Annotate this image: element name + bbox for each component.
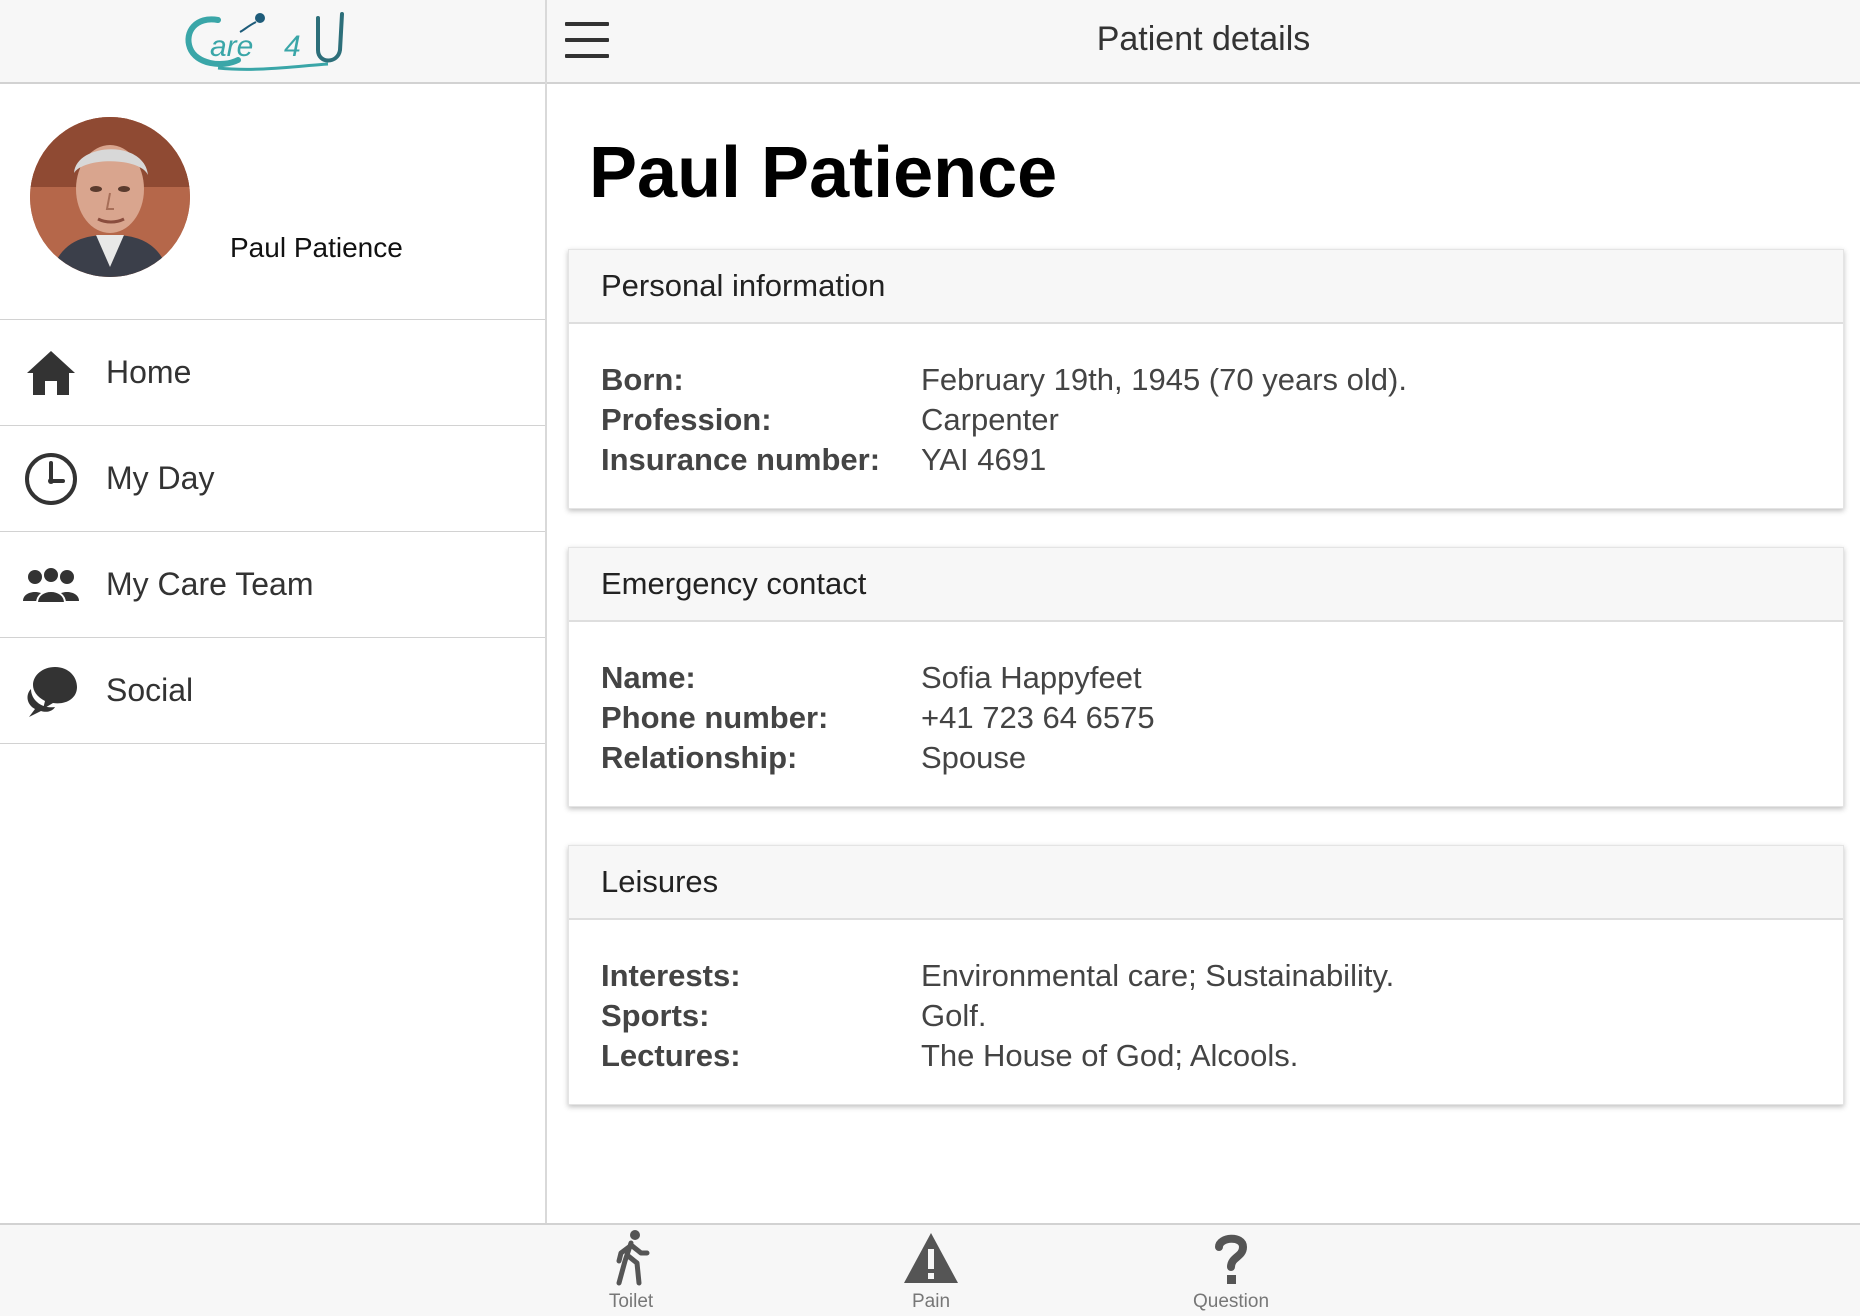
profile-name: Paul Patience: [230, 232, 403, 263]
tab-label: Question: [1192, 1291, 1270, 1312]
svg-text:4: 4: [284, 30, 301, 63]
main-content: Paul Patience Personal information Born:…: [547, 84, 1860, 1223]
row-label: Lectures:: [601, 1038, 741, 1073]
home-icon: [22, 344, 80, 402]
row-label: Born:: [601, 362, 684, 397]
sidebar-item-social[interactable]: Social: [0, 638, 545, 744]
card-body: Interests: Environmental care; Sustainab…: [569, 920, 1843, 1104]
question-mark-icon: [1215, 1234, 1248, 1284]
row-label: Insurance number:: [601, 442, 881, 477]
row-label: Phone number:: [601, 700, 829, 735]
row-value: YAI 4691: [921, 442, 1047, 477]
row-value: The House of God; Alcools.: [921, 1038, 1299, 1073]
info-row-interests: Interests: Environmental care; Sustainab…: [601, 956, 1811, 996]
sidebar-nav: Home My Day My Care Team Social: [0, 320, 545, 744]
row-value: +41 723 64 6575: [921, 700, 1155, 735]
sidebar-header: are 4: [0, 0, 545, 84]
emergency-contact-card: Emergency contact Name: Sofia Happyfeet …: [568, 547, 1844, 807]
row-label: Interests:: [601, 958, 741, 993]
row-label: Name:: [601, 660, 696, 695]
sidebar-item-my-day[interactable]: My Day: [0, 426, 545, 532]
row-value: Spouse: [921, 740, 1027, 775]
page-header-title: Patient details: [1096, 20, 1311, 58]
info-row-insurance-number: Insurance number: YAI 4691: [601, 440, 1811, 480]
chat-icon: [22, 662, 80, 720]
card-title: Personal information: [569, 250, 1843, 324]
row-value: Sofia Happyfeet: [921, 660, 1142, 695]
card-body: Born: February 19th, 1945 (70 years old)…: [569, 324, 1843, 508]
row-value: Environmental care; Sustainability.: [921, 958, 1395, 993]
row-value: Carpenter: [921, 402, 1059, 437]
personal-information-card: Personal information Born: February 19th…: [568, 249, 1844, 509]
card-title: Leisures: [569, 846, 1843, 920]
sidebar-item-my-care-team[interactable]: My Care Team: [0, 532, 545, 638]
row-value: Golf.: [921, 998, 987, 1033]
svg-text:are: are: [210, 30, 253, 63]
sidebar-item-label: My Care Team: [106, 566, 314, 602]
info-row-sports: Sports: Golf.: [601, 996, 1811, 1036]
profile-section: Paul Patience: [0, 84, 545, 320]
tab-label: Pain: [911, 1291, 951, 1312]
info-row-phone-number: Phone number: +41 723 64 6575: [601, 698, 1811, 738]
info-row-born: Born: February 19th, 1945 (70 years old)…: [601, 360, 1811, 400]
sidebar-item-label: Home: [106, 354, 192, 390]
app-root: are 4 Paul Patience Home My Day My Care …: [0, 0, 1860, 1316]
info-row-relationship: Relationship: Spouse: [601, 738, 1811, 778]
bottom-tab-bar: Toilet Pain Question: [0, 1223, 1860, 1316]
leisures-card: Leisures Interests: Environmental care; …: [568, 845, 1844, 1105]
sidebar-item-home[interactable]: Home: [0, 320, 545, 426]
row-label: Sports:: [601, 998, 710, 1033]
clock-icon: [22, 450, 80, 508]
row-label: Relationship:: [601, 740, 798, 775]
avatar[interactable]: [30, 117, 190, 277]
info-row-name: Name: Sofia Happyfeet: [601, 658, 1811, 698]
tab-pain[interactable]: Pain: [851, 1229, 1011, 1315]
topbar: Patient details: [547, 0, 1860, 84]
info-row-profession: Profession: Carpenter: [601, 400, 1811, 440]
warning-icon: [904, 1233, 958, 1283]
sidebar: are 4 Paul Patience Home My Day My Care …: [0, 0, 547, 1223]
row-value: February 19th, 1945 (70 years old).: [921, 362, 1407, 397]
sidebar-item-label: Social: [106, 672, 194, 708]
tab-toilet[interactable]: Toilet: [551, 1229, 711, 1315]
tab-question[interactable]: Question: [1151, 1229, 1311, 1315]
sidebar-item-label: My Day: [106, 460, 215, 496]
info-row-lectures: Lectures: The House of God; Alcools.: [601, 1036, 1811, 1076]
card-body: Name: Sofia Happyfeet Phone number: +41 …: [569, 622, 1843, 806]
patient-name-title: Paul Patience: [589, 133, 1058, 213]
care4u-logo: are 4: [185, 12, 344, 71]
tab-label: Toilet: [608, 1291, 654, 1312]
card-title: Emergency contact: [569, 548, 1843, 622]
team-icon: [22, 556, 80, 614]
row-label: Profession:: [601, 402, 772, 437]
walking-person-icon: [616, 1230, 650, 1286]
avatar-portrait: [30, 117, 190, 277]
